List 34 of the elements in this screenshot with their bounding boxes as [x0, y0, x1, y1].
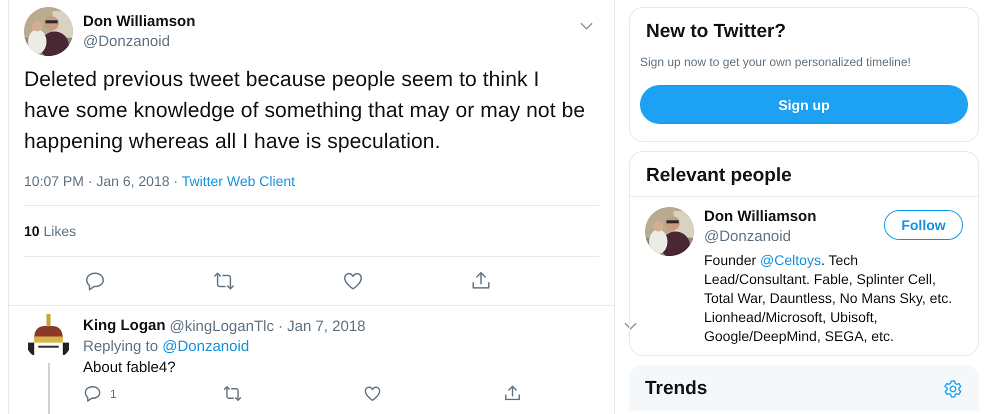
retweet-icon[interactable]	[223, 384, 242, 403]
mention-link[interactable]: @Donzanoid	[162, 338, 250, 355]
tweet-text: Deleted previous tweet because people seem to think I have some knowledge of something that may or may not be happening whereas all I have is speculation.	[24, 67, 586, 155]
chevron-down-icon[interactable]	[580, 22, 593, 30]
settings-icon[interactable]	[943, 379, 963, 399]
person-bio: Founder @Celtoys. Tech Lead/Consultant. Fable, Splinter Cell, Total War, Dauntless, No Mans Sky, etc. Lionhead/Microsoft, Ubisoft, Google/DeepMind, SEGA, etc.	[704, 251, 954, 346]
card-title: Relevant people	[630, 164, 978, 197]
retweet-icon[interactable]	[212, 270, 235, 292]
follow-button[interactable]: Follow	[884, 210, 963, 240]
reply-icon[interactable]	[84, 270, 106, 292]
reply-date[interactable]: · Jan 7, 2018	[278, 318, 366, 334]
reply-text: About fable4?	[83, 358, 177, 378]
author-name[interactable]: Don Williamson	[83, 12, 580, 32]
card-title: New to Twitter?	[645, 20, 788, 44]
reply-icon[interactable]	[83, 384, 102, 403]
reply-count: 1	[110, 386, 117, 400]
client-link[interactable]: Twitter Web Client	[182, 173, 296, 189]
likes-count[interactable]: 10 Likes	[24, 223, 76, 239]
tweet-timestamp: 10:07 PM · Jan 6, 2018 · Twitter Web Client	[24, 172, 296, 191]
chevron-down-icon[interactable]	[624, 322, 637, 330]
author-handle[interactable]: @Donzanoid	[83, 32, 580, 52]
thread-line	[48, 363, 50, 414]
heart-icon[interactable]	[342, 270, 364, 292]
author-name[interactable]: King Logan	[83, 316, 166, 336]
share-icon[interactable]	[503, 384, 522, 403]
sign-up-button[interactable]: Sign up	[640, 85, 968, 124]
replying-to-text: Replying to @Donzanoid	[83, 337, 250, 357]
author-handle[interactable]: @kingLoganTlc	[170, 318, 274, 334]
mention-link[interactable]: @Celtoys	[760, 252, 821, 268]
person-name[interactable]: Don Williamson	[704, 207, 816, 227]
heart-icon[interactable]	[363, 384, 382, 403]
person-handle[interactable]: @Donzanoid	[704, 227, 816, 247]
card-title: Trends	[644, 377, 708, 401]
signup-prompt: Sign up now to get your own personalized timeline!	[640, 55, 912, 69]
